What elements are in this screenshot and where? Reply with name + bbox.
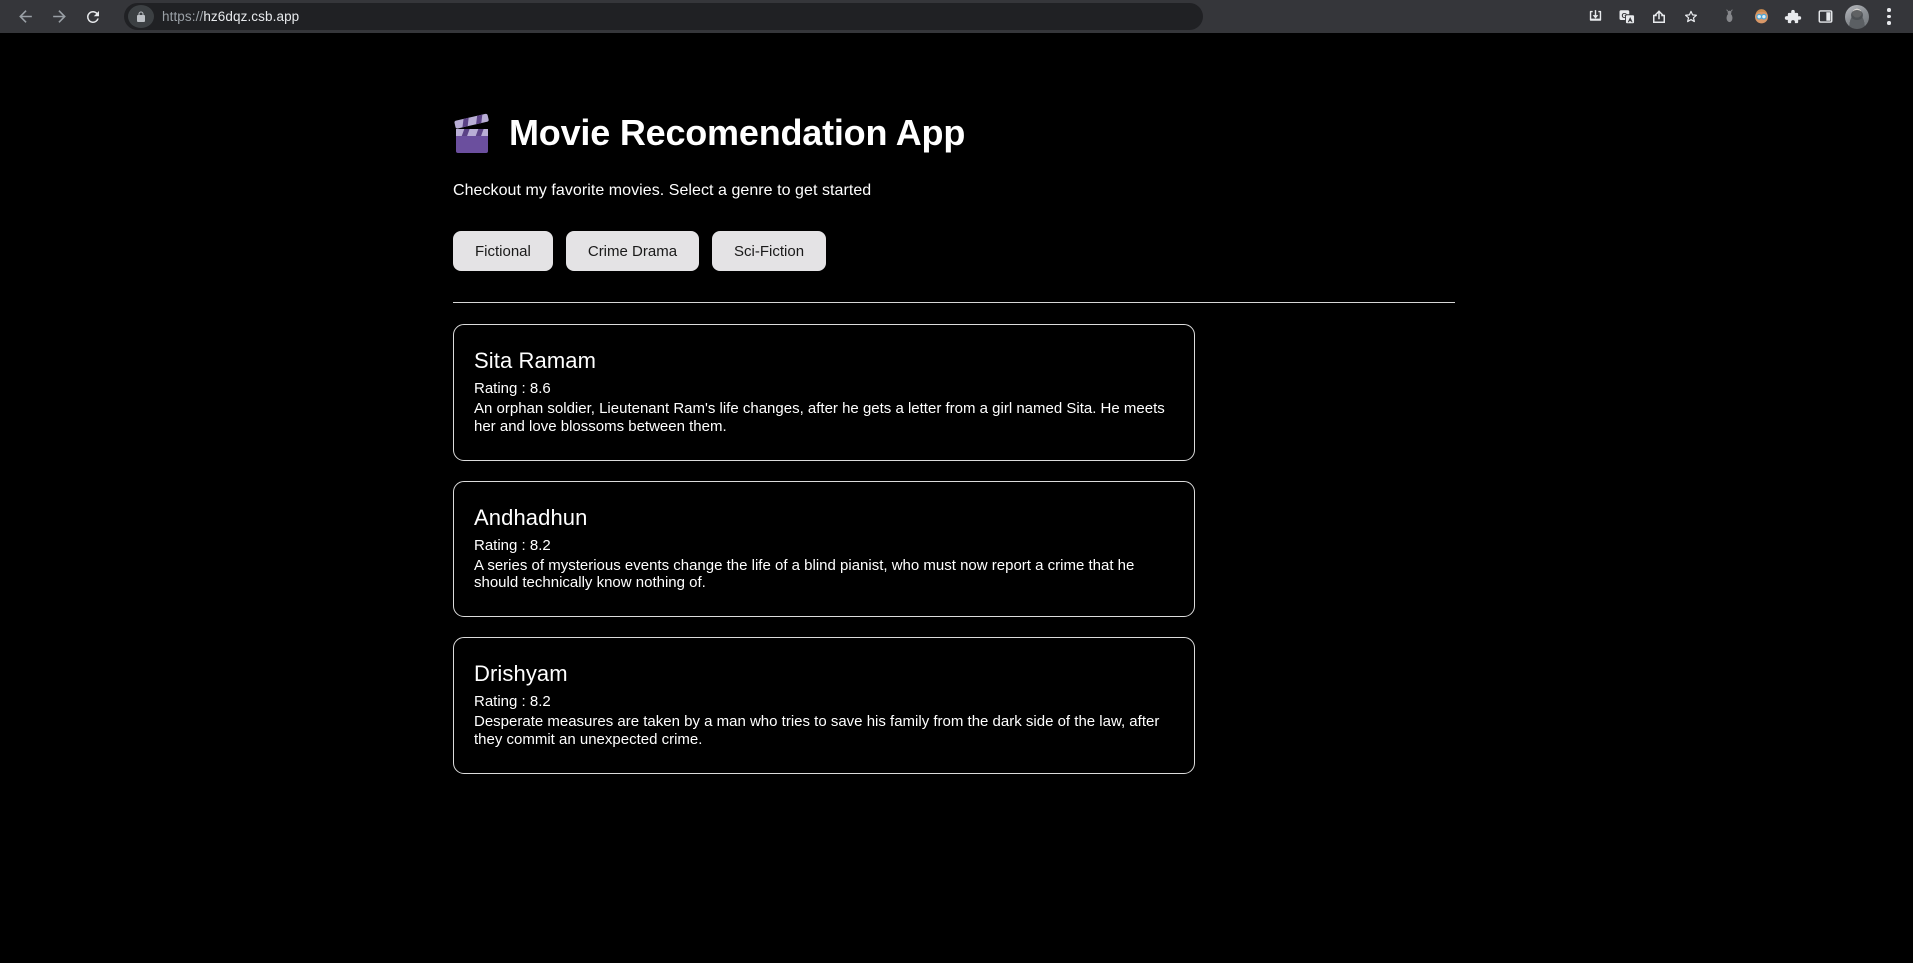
side-panel-button[interactable] (1809, 2, 1841, 32)
address-bar[interactable]: https://hz6dqz.csb.app (124, 3, 1203, 30)
url-scheme: https:// (162, 9, 204, 24)
translate-icon: G (1619, 9, 1635, 24)
bookmark-button[interactable] (1675, 2, 1707, 32)
clapperboard-board-top (456, 129, 488, 136)
movie-card[interactable]: Sita Ramam Rating : 8.6 An orphan soldie… (453, 324, 1195, 461)
clapperboard-stick (454, 113, 490, 129)
extensions-button[interactable] (1777, 2, 1809, 32)
share-button[interactable] (1643, 2, 1675, 32)
movie-rating: Rating : 8.2 (474, 536, 551, 554)
extensions-puzzle-icon (1784, 9, 1802, 23)
movie-description: An orphan soldier, Lieutenant Ram's life… (474, 400, 1165, 435)
genre-button-crime-drama[interactable]: Crime Drama (565, 231, 700, 271)
genre-button-fictional[interactable]: Fictional (453, 231, 553, 271)
face-extension-button[interactable] (1745, 2, 1777, 32)
forward-button[interactable] (42, 2, 76, 32)
movie-description: A series of mysterious events change the… (474, 556, 1135, 592)
bookmark-star-icon (1685, 10, 1697, 22)
movie-card[interactable]: Drishyam Rating : 8.2 Desperate measures… (453, 637, 1195, 774)
lock-icon (137, 11, 145, 22)
translate-button[interactable]: G (1611, 2, 1643, 32)
url-text: https://hz6dqz.csb.app (162, 9, 299, 24)
app-header: Movie Recomendation App (453, 111, 1913, 155)
download-button[interactable] (1579, 2, 1611, 32)
reload-icon (86, 10, 99, 23)
back-button[interactable] (8, 2, 42, 32)
movie-title: Andhadhun (474, 504, 588, 530)
chrome-menu-button[interactable] (1873, 2, 1905, 32)
face-extension-icon (1754, 9, 1768, 24)
movie-rating: Rating : 8.6 (474, 380, 551, 398)
movie-description: Desperate measures are taken by a man wh… (474, 713, 1160, 748)
profile-button[interactable] (1841, 2, 1873, 32)
movie-title: Drishyam (474, 661, 568, 687)
forward-arrow-icon (52, 10, 66, 23)
clapperboard-icon (453, 113, 493, 155)
section-divider (453, 302, 1455, 303)
reload-button[interactable] (76, 2, 110, 32)
site-security-button[interactable] (128, 5, 154, 28)
genre-button-group: Fictional Crime Drama Sci-Fiction (453, 231, 1913, 271)
movie-title: Sita Ramam (474, 348, 597, 373)
bug-extension-icon (1725, 9, 1733, 23)
movie-list: Sita Ramam Rating : 8.6 An orphan soldie… (453, 324, 1913, 774)
browser-toolbar: https://hz6dqz.csb.app G (0, 0, 1913, 33)
back-arrow-icon (18, 10, 32, 23)
page-content: Movie Recomendation App Checkout my favo… (0, 33, 1913, 961)
movie-card[interactable]: Andhadhun Rating : 8.2 A series of myste… (453, 480, 1195, 618)
page-subtitle: Checkout my favorite movies. Select a ge… (453, 182, 872, 199)
avatar (1845, 4, 1869, 29)
url-host: hz6dqz.csb.app (203, 9, 300, 24)
share-icon (1653, 9, 1665, 23)
movie-rating: Rating : 8.2 (474, 693, 551, 711)
toolbar-actions: G (1579, 0, 1913, 33)
navigation-buttons (0, 0, 110, 33)
side-panel-icon (1818, 10, 1832, 23)
bug-extension-button[interactable] (1713, 2, 1745, 32)
page-title: Movie Recomendation App (509, 112, 966, 153)
download-icon (1589, 10, 1601, 21)
chrome-menu-icon (1887, 8, 1891, 25)
genre-button-sci-fiction[interactable]: Sci-Fiction (712, 231, 827, 271)
